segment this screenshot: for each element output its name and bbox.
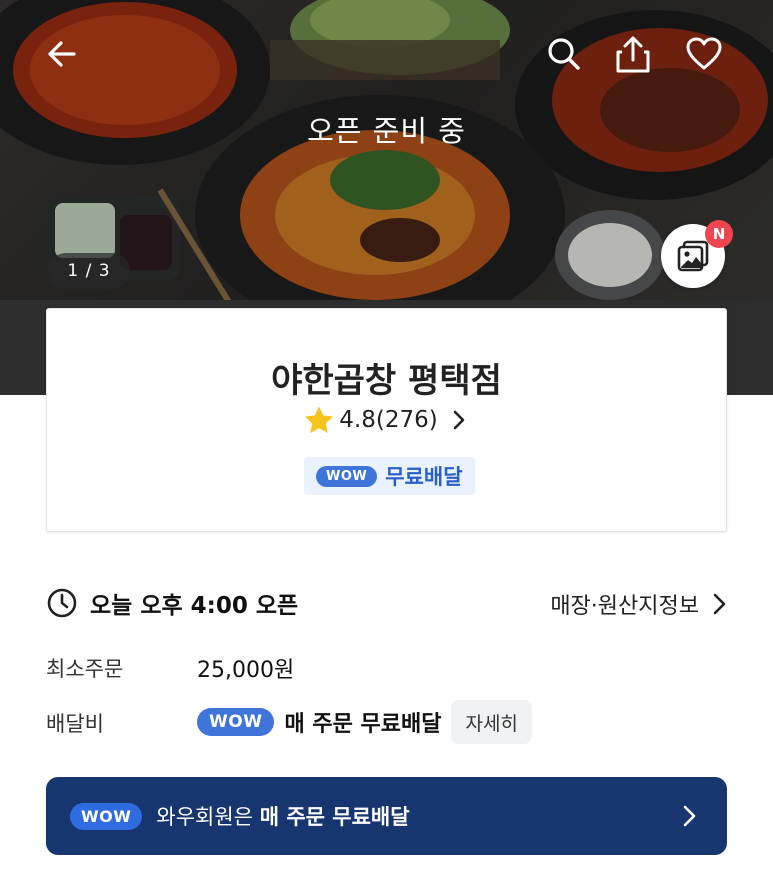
chevron-right-icon xyxy=(683,805,696,827)
delivery-fee-text: 매 주문 무료배달 xyxy=(284,712,442,737)
search-icon xyxy=(548,38,580,70)
rating-link[interactable]: 4.8 (276) xyxy=(47,405,726,435)
banner-text: 와우회원은 매 주문 무료배달 xyxy=(156,801,409,831)
store-name: 야한곱창 평택점 xyxy=(271,361,502,401)
banner-text-prefix: 와우회원은 xyxy=(156,805,260,829)
wow-membership-banner[interactable]: WOW 와우회원은 매 주문 무료배달 xyxy=(46,777,727,855)
wow-badge: WOW xyxy=(316,465,378,487)
store-status-text: 오픈 준비 중 xyxy=(307,114,466,148)
clock-icon xyxy=(47,588,77,618)
image-counter: 1 / 3 xyxy=(48,253,130,289)
new-badge: N xyxy=(705,220,733,248)
star-icon xyxy=(305,406,334,433)
origin-link-label: 매장·원산지정보 xyxy=(550,594,699,619)
banner-text-strong: 매 주문 무료배달 xyxy=(259,805,410,829)
heart-icon xyxy=(686,37,722,70)
store-origin-info-link[interactable]: 매장·원산지정보 xyxy=(550,588,729,620)
delivery-fee-row: WOW 매 주문 무료배달 자세히 xyxy=(197,700,532,744)
share-button[interactable] xyxy=(609,30,657,78)
review-count: (276) xyxy=(375,407,438,433)
photo-gallery-icon xyxy=(677,240,709,272)
delivery-fee-label: 배달비 xyxy=(46,712,104,736)
min-order-label: 최소주문 xyxy=(46,657,124,681)
favorite-button[interactable] xyxy=(680,30,728,78)
min-order-value: 25,000원 xyxy=(197,658,295,683)
delivery-fee-detail-button[interactable]: 자세히 xyxy=(451,700,532,744)
store-info-card: 야한곱창 평택점 4.8 (276) WOW 무료배달 xyxy=(46,308,727,532)
chevron-right-icon xyxy=(453,410,465,430)
open-time-row: 오늘 오후 4:00 오픈 xyxy=(46,586,298,620)
search-button[interactable] xyxy=(540,30,588,78)
back-button[interactable] xyxy=(38,30,86,78)
wow-badge: WOW xyxy=(70,802,143,830)
wow-badge: WOW xyxy=(197,708,275,736)
share-icon xyxy=(616,36,650,73)
back-arrow-icon xyxy=(48,41,76,67)
free-delivery-tag: WOW 무료배달 xyxy=(304,457,475,495)
chevron-right-icon xyxy=(713,593,726,615)
open-time-text: 오늘 오후 4:00 오픈 xyxy=(90,593,299,619)
rating-value: 4.8 xyxy=(339,407,376,433)
free-delivery-text: 무료배달 xyxy=(385,465,463,489)
